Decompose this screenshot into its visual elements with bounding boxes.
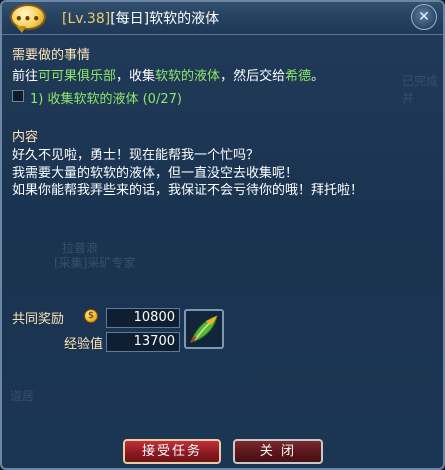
instruction-suffix: ，然后交给 [220,69,286,84]
gold-coin-icon: $ [84,309,98,323]
todo-heading: 需要做的事情 [12,48,91,63]
content-line: 如果你能帮我弄些来的话，我保证不会亏待你的哦！拜托啦！ [12,183,364,198]
green-feather-icon [190,315,218,343]
exp-reward-value: 13700 [106,332,180,352]
content-heading: 内容 [12,130,39,145]
objective-text: 1) 收集软软的液体 (0/27) [30,92,182,107]
instruction-prefix: 前往 [12,69,39,84]
instruction-place: 可可果俱乐部 [38,69,117,84]
reward-item-slot[interactable] [184,309,224,349]
quest-level: [Lv.38] [62,11,111,27]
close-button[interactable]: 关 闭 [233,439,323,464]
content-line: 好久不见啦，勇士！现在能帮我一个忙吗？ [12,148,260,163]
instruction-npc: 希德 [285,69,312,84]
bg-label-bottom: 道居 [10,389,35,403]
speech-bubble-icon: ••• [10,4,46,33]
gold-reward-value: 10800 [106,308,180,328]
instruction-item: 软软的液体 [155,69,221,84]
bg-label-right: 已完成并 [402,74,439,105]
content-line: 我需要大量的软软的液体，但一直没空去收集呢！ [12,165,299,181]
quest-name: [每日]软软的液体 [110,11,220,27]
objective-checkbox[interactable] [12,90,24,102]
title-bar[interactable]: ••• [Lv.38][每日]软软的液体 ✕ [2,2,443,35]
quest-window: 已完成并 拉普浪 [采集]采矿专家 道居 ••• [Lv.38][每日]软软的液… [0,0,445,470]
bg-npc-name: [采集]采矿专家 [54,256,136,270]
accept-quest-button[interactable]: 接受任务 [123,439,221,464]
rewards-heading: 共同奖励 [12,312,65,327]
close-icon[interactable]: ✕ [411,4,437,30]
todo-instruction: 前往可可果俱乐部，收集软软的液体，然后交给希德。 [12,65,324,84]
exp-label: 经验值 [64,337,104,352]
instruction-end: 。 [311,69,325,84]
quest-title: [Lv.38][每日]软软的液体 [62,8,219,28]
content-body: 好久不见啦，勇士！现在能帮我一个忙吗？ 我需要大量的软软的液体，但一直没空去收集… [12,147,363,200]
instruction-middle: ，收集 [116,69,156,84]
